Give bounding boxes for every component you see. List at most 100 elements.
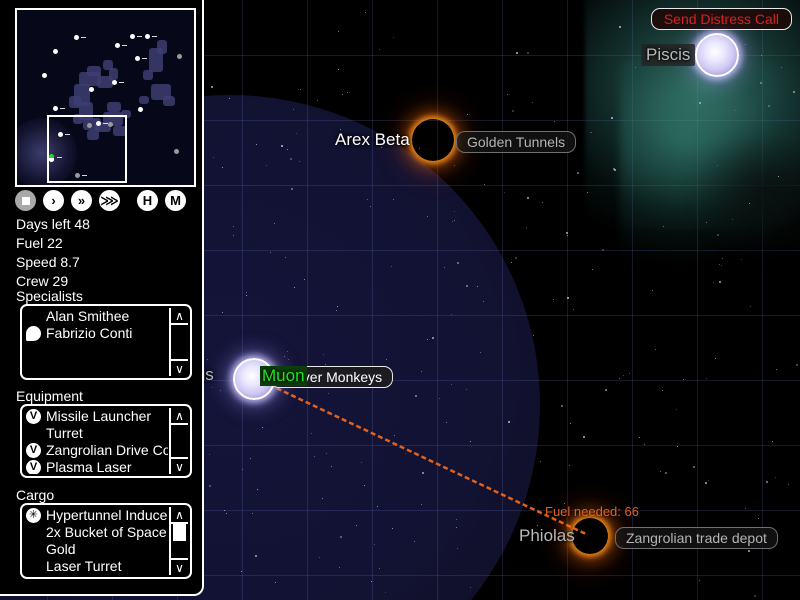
star-dot xyxy=(587,191,589,193)
minimap-link-dash xyxy=(142,58,147,59)
equipment-item[interactable]: V Plasma Laser xyxy=(24,459,168,474)
equipment-list[interactable]: V Missile Launcher Turret V Zangrolian Drive… xyxy=(20,404,192,478)
cargo-list[interactable]: ✳ Hypertunnel Inducer 2x Bucket of Space Go… xyxy=(20,503,192,579)
star-dot xyxy=(221,166,223,168)
specialist-item[interactable]: Alan Smithee xyxy=(24,308,168,325)
star-dot xyxy=(777,175,779,177)
speed-button-pause[interactable] xyxy=(15,190,36,211)
star-dot xyxy=(532,334,534,336)
equip-badge-icon: V xyxy=(26,460,41,474)
minimap-nebula xyxy=(109,68,118,80)
system-label-arex-beta: Arex Beta xyxy=(335,130,410,149)
star-dot xyxy=(420,503,422,505)
specialists-scrollbar[interactable]: ∧ ∨ xyxy=(169,308,188,376)
star-dot xyxy=(378,48,380,50)
speed-button-play[interactable]: › xyxy=(43,190,64,211)
minimap-star xyxy=(115,43,120,48)
star-dot xyxy=(753,594,756,597)
star-dot xyxy=(391,265,393,267)
star-dot xyxy=(443,267,445,269)
minimap-link-dash xyxy=(122,45,127,46)
send-distress-call-button[interactable]: Send Distress Call xyxy=(650,8,792,30)
scroll-down-icon[interactable]: ∨ xyxy=(171,457,188,474)
speed-control-bar: › » ⋙ H M xyxy=(15,190,195,212)
minimap-link-dash xyxy=(119,82,124,83)
star-dot xyxy=(482,300,484,302)
system-tag-phiolas[interactable]: Zangrolian trade depot xyxy=(615,527,778,549)
cargo-item[interactable]: Gold xyxy=(24,541,168,558)
minimap-star xyxy=(135,56,140,61)
minimap[interactable] xyxy=(15,8,196,187)
minimap-star xyxy=(138,107,143,112)
star-dot xyxy=(269,251,271,253)
equipment-item[interactable]: Turret xyxy=(24,425,168,442)
specialist-item-label: Alan Smithee xyxy=(46,308,130,324)
equipment-item[interactable]: V Zangrolian Drive Coil xyxy=(24,442,168,459)
star-dot xyxy=(480,351,482,353)
cargo-item-label: Gold xyxy=(46,541,76,557)
equip-badge-icon: V xyxy=(26,443,41,458)
minimap-star xyxy=(74,35,79,40)
equipment-item-label: Missile Launcher xyxy=(46,408,152,424)
speed-button-month[interactable]: M xyxy=(165,190,186,211)
cargo-item[interactable]: 2x Bucket of Space xyxy=(24,524,168,541)
scroll-up-icon[interactable]: ∧ xyxy=(171,308,188,325)
speech-bubble-icon xyxy=(26,326,41,341)
star-dot xyxy=(744,507,746,509)
star-dot xyxy=(758,517,760,519)
star-dot xyxy=(467,113,469,115)
star-dot xyxy=(450,314,452,315)
minimap-star xyxy=(112,80,117,85)
minimap-nebula xyxy=(139,96,149,104)
equipment-item-label: Zangrolian Drive Coil xyxy=(46,442,168,458)
minimap-star xyxy=(53,49,58,54)
star-dot xyxy=(420,371,422,372)
speed-button-very-fast-forward[interactable]: ⋙ xyxy=(99,190,120,211)
star-dot xyxy=(232,234,234,236)
speed-button-fast-forward[interactable]: » xyxy=(71,190,92,211)
stat-fuel: Fuel 22 xyxy=(16,235,63,251)
cargo-item[interactable]: Laser Turret xyxy=(24,558,168,575)
minimap-nebula xyxy=(87,66,101,76)
pause-icon xyxy=(21,196,30,205)
scroll-down-icon[interactable]: ∨ xyxy=(171,558,188,575)
star-dot xyxy=(507,420,510,423)
system-label-phiolas: Phiolas xyxy=(519,526,575,545)
equipment-title: Equipment xyxy=(16,388,83,404)
scroll-thumb[interactable] xyxy=(173,524,186,541)
star-dot xyxy=(318,556,320,558)
system-label-piscis: Piscis xyxy=(641,44,696,66)
month-icon: M xyxy=(170,193,181,208)
cargo-scrollbar[interactable]: ∧ ∨ xyxy=(169,507,188,575)
star-dot xyxy=(373,543,375,545)
scroll-up-icon[interactable]: ∧ xyxy=(171,507,188,524)
scroll-down-icon[interactable]: ∨ xyxy=(171,359,188,376)
star-dot xyxy=(426,215,428,217)
scroll-up-icon[interactable]: ∧ xyxy=(171,408,188,425)
sidebar-panel: ›» ⋙ H M Days left 48 Fuel 22 Speed 8.7 Crew 2… xyxy=(0,0,204,596)
star-dot xyxy=(720,264,722,266)
equipment-item[interactable]: V Missile Launcher xyxy=(24,408,168,425)
star-orb-yellow[interactable] xyxy=(412,119,454,161)
specialists-list[interactable]: Alan Smithee Fabrizio Conti ∧ ∨ xyxy=(20,304,192,380)
star-dot xyxy=(206,358,208,360)
speed-button-hour[interactable]: H xyxy=(137,190,158,211)
minimap-nebula xyxy=(69,96,81,108)
minimap-viewport-rect[interactable] xyxy=(47,115,127,183)
specialist-item[interactable]: Fabrizio Conti xyxy=(24,325,168,342)
star-orb-yellow-phiolas[interactable] xyxy=(572,518,608,554)
star-dot xyxy=(280,144,283,147)
equipment-scrollbar[interactable]: ∧ ∨ xyxy=(169,408,188,474)
star-dot xyxy=(457,547,459,549)
star-dot xyxy=(744,43,746,45)
star-dot xyxy=(366,198,368,200)
cargo-item[interactable]: ✳ Hypertunnel Inducer xyxy=(24,507,168,524)
hour-icon: H xyxy=(142,193,153,208)
fuel-needed-note: Fuel needed: 66 xyxy=(545,504,639,519)
system-tag-arex-beta[interactable]: Golden Tunnels xyxy=(456,131,577,153)
star-dot xyxy=(384,592,386,594)
star-orb-white[interactable] xyxy=(695,33,739,77)
minimap-link-dash xyxy=(60,108,65,109)
star-dot xyxy=(552,299,554,301)
star-dot xyxy=(698,102,701,105)
